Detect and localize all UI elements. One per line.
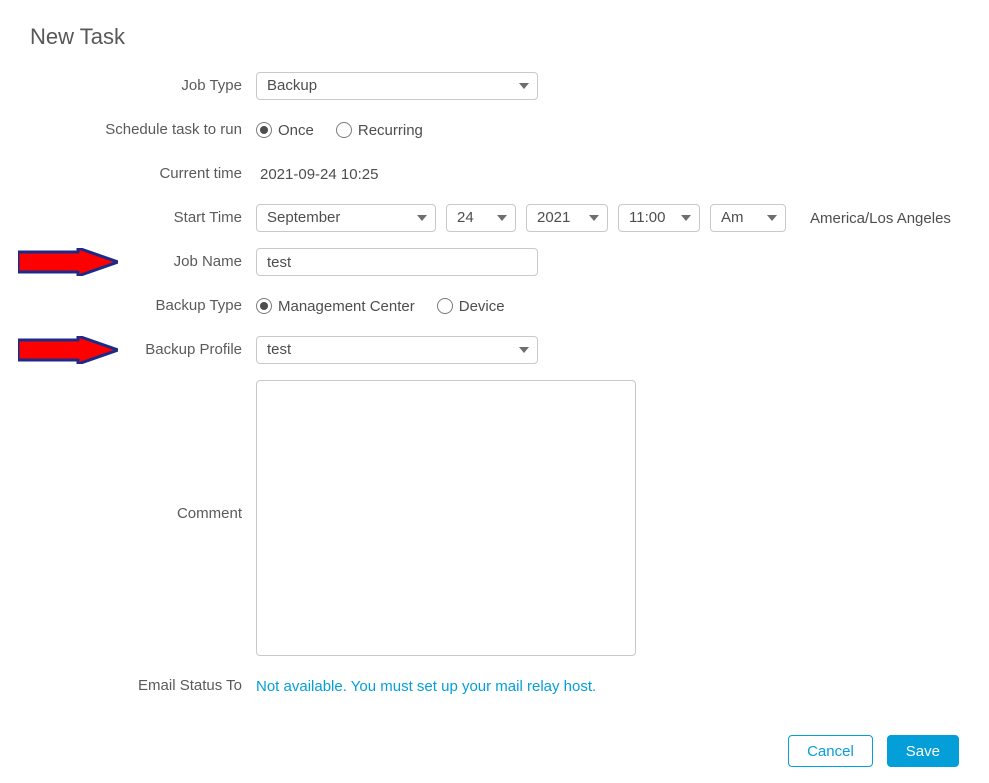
chevron-down-icon	[767, 215, 777, 221]
label-job-name: Job Name	[30, 248, 256, 276]
backup-type-mc-radio[interactable]: Management Center	[256, 298, 415, 315]
label-start-time: Start Time	[30, 204, 256, 232]
start-ampm-select[interactable]: Am	[710, 204, 786, 232]
radio-dot-icon	[256, 122, 272, 138]
schedule-once-radio[interactable]: Once	[256, 122, 314, 139]
button-bar: Cancel Save	[788, 735, 959, 767]
new-task-form: New Task Job Type Backup Schedule task t…	[0, 0, 989, 783]
row-backup-profile: Backup Profile test	[30, 336, 959, 364]
current-time-value: 2021-09-24 10:25	[256, 166, 378, 183]
backup-type-device-radio[interactable]: Device	[437, 298, 505, 315]
chevron-down-icon	[519, 83, 529, 89]
job-name-input[interactable]	[256, 248, 538, 276]
row-start-time: Start Time September 24 2021 11:00	[30, 204, 959, 232]
cancel-button[interactable]: Cancel	[788, 735, 873, 767]
backup-profile-value: test	[267, 337, 291, 363]
job-type-value: Backup	[267, 73, 317, 99]
backup-profile-select[interactable]: test	[256, 336, 538, 364]
label-comment: Comment	[30, 380, 256, 528]
row-email-status: Email Status To Not available. You must …	[30, 672, 959, 700]
start-year-select[interactable]: 2021	[526, 204, 608, 232]
chevron-down-icon	[681, 215, 691, 221]
start-time-select[interactable]: 11:00	[618, 204, 700, 232]
backup-type-radio-group: Management Center Device	[256, 298, 505, 315]
row-backup-type: Backup Type Management Center Device	[30, 292, 959, 320]
row-job-name: Job Name	[30, 248, 959, 276]
label-job-type: Job Type	[30, 72, 256, 100]
row-comment: Comment	[30, 380, 959, 656]
job-type-select[interactable]: Backup	[256, 72, 538, 100]
label-email-status: Email Status To	[30, 672, 256, 700]
radio-dot-icon	[437, 298, 453, 314]
start-month-value: September	[267, 205, 340, 231]
comment-textarea[interactable]	[256, 380, 636, 656]
schedule-radio-group: Once Recurring	[256, 122, 423, 139]
save-button[interactable]: Save	[887, 735, 959, 767]
backup-type-device-label: Device	[459, 298, 505, 315]
label-schedule: Schedule task to run	[30, 116, 256, 144]
radio-dot-icon	[256, 298, 272, 314]
schedule-recurring-label: Recurring	[358, 122, 423, 139]
page-title: New Task	[30, 24, 959, 50]
start-day-select[interactable]: 24	[446, 204, 516, 232]
start-year-value: 2021	[537, 205, 570, 231]
chevron-down-icon	[497, 215, 507, 221]
start-month-select[interactable]: September	[256, 204, 436, 232]
chevron-down-icon	[417, 215, 427, 221]
email-status-link[interactable]: Not available. You must set up your mail…	[256, 678, 596, 695]
start-day-value: 24	[457, 205, 474, 231]
radio-dot-icon	[336, 122, 352, 138]
backup-type-mc-label: Management Center	[278, 298, 415, 315]
chevron-down-icon	[519, 347, 529, 353]
schedule-recurring-radio[interactable]: Recurring	[336, 122, 423, 139]
start-time-value: 11:00	[629, 205, 665, 231]
label-current-time: Current time	[30, 160, 256, 188]
row-schedule: Schedule task to run Once Recurring	[30, 116, 959, 144]
schedule-once-label: Once	[278, 122, 314, 139]
row-job-type: Job Type Backup	[30, 72, 959, 100]
label-backup-type: Backup Type	[30, 292, 256, 320]
chevron-down-icon	[589, 215, 599, 221]
timezone-text: America/Los Angeles	[810, 210, 951, 227]
start-ampm-value: Am	[721, 205, 744, 231]
label-backup-profile: Backup Profile	[30, 336, 256, 364]
row-current-time: Current time 2021-09-24 10:25	[30, 160, 959, 188]
